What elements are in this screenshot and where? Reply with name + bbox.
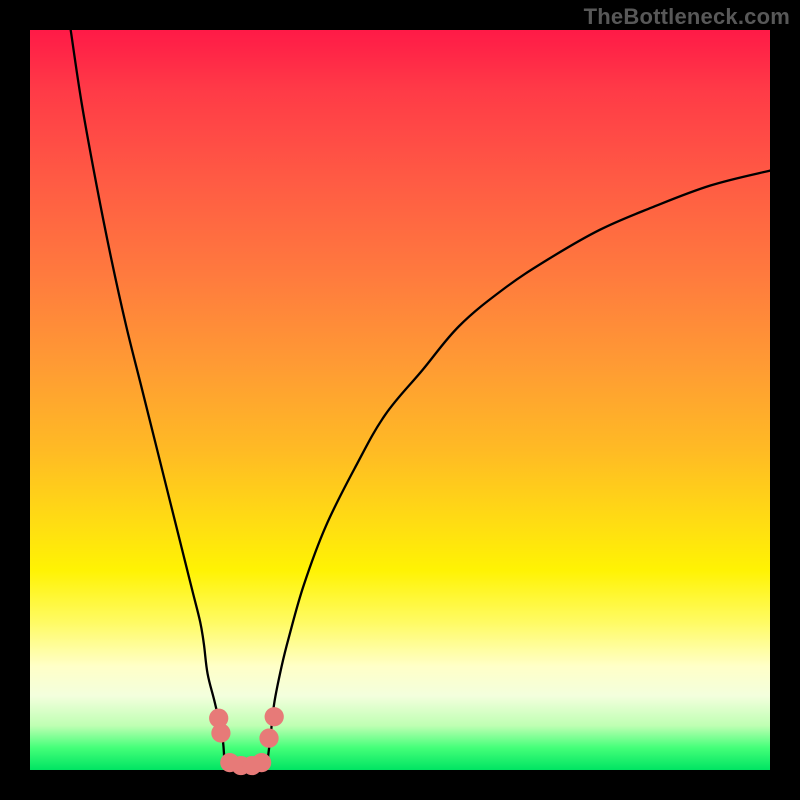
- curve-left-branch: [71, 30, 225, 766]
- marker-dot: [211, 723, 230, 742]
- marker-dot: [252, 753, 271, 772]
- bottleneck-curve: [30, 30, 770, 770]
- watermark-text: TheBottleneck.com: [584, 4, 790, 30]
- plot-area: [30, 30, 770, 770]
- marker-dot: [265, 707, 284, 726]
- marker-dots: [209, 707, 284, 775]
- curve-right-branch: [267, 171, 770, 767]
- chart-frame: TheBottleneck.com: [0, 0, 800, 800]
- marker-dot: [259, 729, 278, 748]
